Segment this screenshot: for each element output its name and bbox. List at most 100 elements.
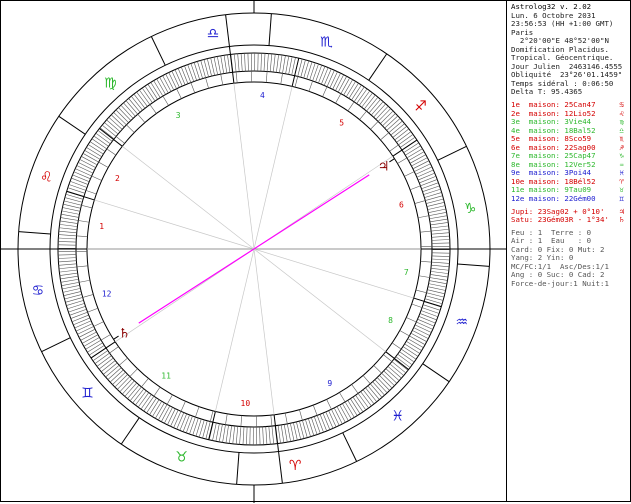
degree-tick (75, 168, 102, 181)
degree-tick (150, 82, 161, 98)
degree-tick (260, 53, 262, 72)
degree-tick (263, 53, 266, 72)
sign-boundary (150, 36, 166, 66)
zodiac-sign-icon: ♉ (175, 450, 188, 466)
degree-tick (212, 422, 217, 441)
degree-tick (164, 407, 173, 424)
degree-tick (180, 66, 189, 84)
degree-tick (69, 180, 88, 188)
degree-tick (190, 63, 197, 81)
degree-tick (71, 314, 89, 323)
degree-tick (399, 330, 426, 345)
degree-tick (153, 80, 169, 106)
degree-tick (78, 162, 95, 171)
degree-tick (61, 279, 91, 286)
degree-tick (422, 185, 440, 192)
degree-tick (346, 81, 356, 97)
degree-tick (156, 78, 166, 95)
degree-tick (429, 215, 448, 220)
degree-tick (235, 426, 239, 445)
degree-tick (58, 230, 77, 234)
house-number-label: 9 (327, 379, 332, 388)
house-number-label: 10 (241, 399, 251, 408)
house-number-label: 1 (99, 222, 104, 231)
zodiac-sign-icon: ♏ (320, 34, 333, 50)
degree-tick (217, 56, 224, 86)
degree-tick (240, 53, 243, 72)
degree-tick (76, 165, 94, 174)
degree-tick (339, 404, 349, 421)
degree-tick (232, 425, 236, 444)
sign-boundary (18, 231, 51, 235)
degree-tick (242, 426, 245, 445)
planet-icon: ♄ (619, 215, 624, 225)
degree-tick (318, 66, 326, 84)
house-row: 12e maison: 22Gém00 ♊ (511, 194, 630, 204)
house-inner-line (253, 248, 275, 415)
degree-tick (343, 79, 353, 96)
degree-tick (176, 412, 185, 430)
house-number-label: 11 (161, 371, 171, 380)
degree-tick (431, 235, 450, 238)
degree-tick (415, 166, 433, 175)
degree-tick (335, 77, 350, 104)
degree-tick (283, 424, 288, 443)
house-number-label: 8 (388, 316, 393, 325)
degree-tick (58, 265, 88, 270)
degree-tick (299, 409, 308, 438)
degree-tick (329, 71, 338, 89)
planet-row: Satu: 23Gém03R - 1°34' ♄ (511, 215, 630, 225)
house-label: 12e maison: (511, 194, 565, 204)
degree-tick (58, 257, 77, 259)
degree-tick (413, 327, 430, 336)
degree-tick (177, 68, 186, 86)
degree-tick (227, 54, 231, 73)
degree-tick (321, 67, 329, 85)
zodiac-sign-icon: ♍ (104, 75, 117, 91)
degree-tick (319, 414, 328, 432)
sign-boundary (120, 417, 140, 445)
degree-tick (162, 75, 172, 92)
chart-wheel-panel: ♈ ♉ ♊ ♋ ♌ ♍ ♎ ♏ ♐ ♑ ♒ ♓ 1 2 3 4 5 6 7 8 9 10 11 12 ♄ ♃ (0, 0, 508, 503)
degree-tick (62, 207, 81, 212)
degree-tick (262, 426, 264, 445)
degree-tick (420, 228, 450, 233)
house-cusp-value: 22Gém00 (564, 194, 596, 204)
degree-tick (350, 398, 361, 414)
degree-tick (58, 260, 77, 263)
degree-tick (182, 414, 190, 432)
degree-tick (65, 294, 94, 303)
degree-tick (406, 341, 422, 351)
chart-details: Lun. 6 Octobre 2031 23:56:53 (HH +1:00 GM… (511, 11, 630, 97)
chart-detail-line: Delta T: 95.4365 (511, 87, 583, 97)
planet-position: 23Gém03R (537, 215, 574, 225)
degree-tick (430, 222, 449, 226)
degree-tick (415, 289, 445, 298)
degree-tick (113, 112, 135, 133)
degree-tick (200, 60, 209, 89)
degree-tick (429, 280, 447, 285)
degree-tick (220, 55, 225, 74)
degree-tick (80, 331, 97, 341)
zodiac-sign-icon: ♈ (289, 458, 302, 474)
degree-tick (429, 218, 448, 223)
degree-tick (431, 232, 450, 235)
degree-tick (60, 278, 79, 283)
degree-tick (420, 310, 439, 318)
house-inner-line (122, 146, 255, 250)
degree-tick (408, 151, 425, 161)
degree-tick (308, 418, 315, 436)
house-inner-line (253, 248, 386, 352)
degree-tick (315, 64, 323, 83)
degree-tick (311, 417, 318, 435)
degree-tick (322, 412, 331, 430)
degree-tick (419, 175, 437, 184)
degree-tick (431, 255, 450, 257)
house-number-label: 6 (399, 200, 404, 209)
zodiac-sign-icon: ♎ (207, 26, 220, 42)
degree-tick (61, 210, 80, 215)
house-inner-line (215, 248, 255, 412)
natal-chart-wheel[interactable]: ♈♉♊♋♌♍♎♏♐♑♒♓123456789101112♄♃ (1, 1, 508, 503)
degree-tick (62, 285, 80, 290)
degree-tick (412, 160, 430, 170)
